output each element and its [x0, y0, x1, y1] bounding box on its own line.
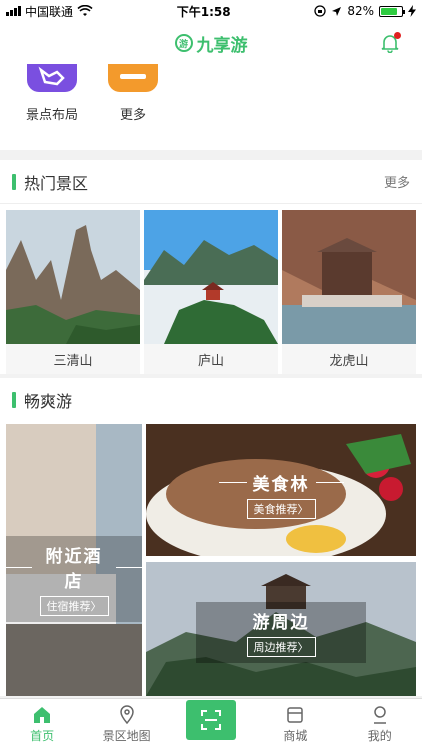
spot-card-longhushan[interactable]: 龙虎山: [282, 210, 416, 374]
card-subtitle: 美食推荐〉: [246, 499, 316, 519]
tab-label: 商城: [283, 729, 308, 743]
shop-icon: [287, 707, 304, 723]
wifi-icon: [77, 5, 93, 16]
charging-icon: [407, 5, 416, 17]
map-pin-icon: [119, 705, 134, 725]
hot-spots-section: 热门景区 更多 三清山 庐山 龙虎山: [0, 160, 422, 374]
scan-button[interactable]: [185, 699, 236, 740]
card-nearby-tour[interactable]: 游周边 周边推荐〉: [146, 562, 416, 696]
spot-image: [282, 210, 416, 344]
more-link[interactable]: 更多: [384, 172, 410, 191]
app-logo-icon: 游: [174, 34, 193, 52]
card-nearby-hotel[interactable]: 附近酒店 住宿推荐〉: [6, 424, 142, 696]
spot-card-sanqingshan[interactable]: 三清山: [6, 210, 140, 374]
spot-name: 龙虎山: [282, 344, 416, 374]
notification-button[interactable]: [380, 32, 401, 54]
card-food[interactable]: 美食林 美食推荐〉: [146, 424, 416, 556]
section-title: 热门景区: [24, 173, 89, 193]
tab-mine[interactable]: 我的: [338, 705, 422, 744]
more-icon: [108, 64, 158, 92]
section-title: 畅爽游: [24, 392, 73, 411]
orientation-lock-icon: [314, 5, 326, 17]
status-time: 下午1:58: [176, 4, 231, 19]
shortcut-spot-layout[interactable]: 景点布局: [17, 64, 87, 123]
user-icon: [373, 706, 386, 724]
carrier-label: 中国联通: [25, 4, 74, 19]
card-subtitle: 住宿推荐〉: [39, 596, 109, 616]
spot-name: 三清山: [6, 344, 140, 374]
tab-bar: 首页 景区地图 商城 我的: [0, 698, 422, 750]
app-brand: 游 九享游: [174, 31, 248, 56]
tab-home[interactable]: 首页: [0, 705, 84, 744]
scan-icon: [200, 709, 221, 730]
home-icon: [34, 707, 51, 723]
tab-label: 首页: [30, 729, 55, 743]
nav-bar: 游 九享游: [0, 22, 422, 64]
status-bar: 中国联通 下午1:58 82%: [0, 0, 422, 22]
fun-cards: 附近酒店 住宿推荐〉 美食林 美食推荐〉 游周边 周边推荐〉: [6, 424, 416, 696]
app-title: 九享游: [196, 35, 248, 56]
tab-scenic-map[interactable]: 景区地图: [85, 705, 169, 744]
location-icon: [332, 6, 342, 16]
spot-image: [6, 210, 140, 344]
section-accent-bar: [12, 392, 16, 408]
spot-image: [144, 210, 278, 344]
card-title: 附近酒店: [45, 547, 103, 592]
notification-badge: [394, 32, 401, 39]
map-layout-icon: [27, 64, 77, 92]
spot-name: 庐山: [144, 344, 278, 374]
shortcut-row: 景点布局 更多: [0, 64, 422, 150]
section-accent-bar: [12, 173, 16, 190]
spot-card-lushan[interactable]: 庐山: [144, 210, 278, 374]
shortcut-label: 景点布局: [25, 108, 78, 123]
battery-icon: [378, 5, 405, 17]
shortcut-label: 更多: [119, 108, 146, 123]
signal-icon: [6, 6, 21, 16]
shortcut-more[interactable]: 更多: [98, 64, 168, 123]
tab-label: 我的: [367, 729, 392, 743]
card-subtitle: 周边推荐〉: [246, 637, 316, 657]
battery-percent: 82%: [347, 4, 374, 18]
card-title: 美食林: [252, 475, 310, 495]
tab-scan[interactable]: [169, 699, 253, 740]
card-title: 游周边: [252, 613, 310, 633]
tab-shop[interactable]: 商城: [253, 705, 337, 744]
tab-label: 景区地图: [102, 729, 151, 743]
